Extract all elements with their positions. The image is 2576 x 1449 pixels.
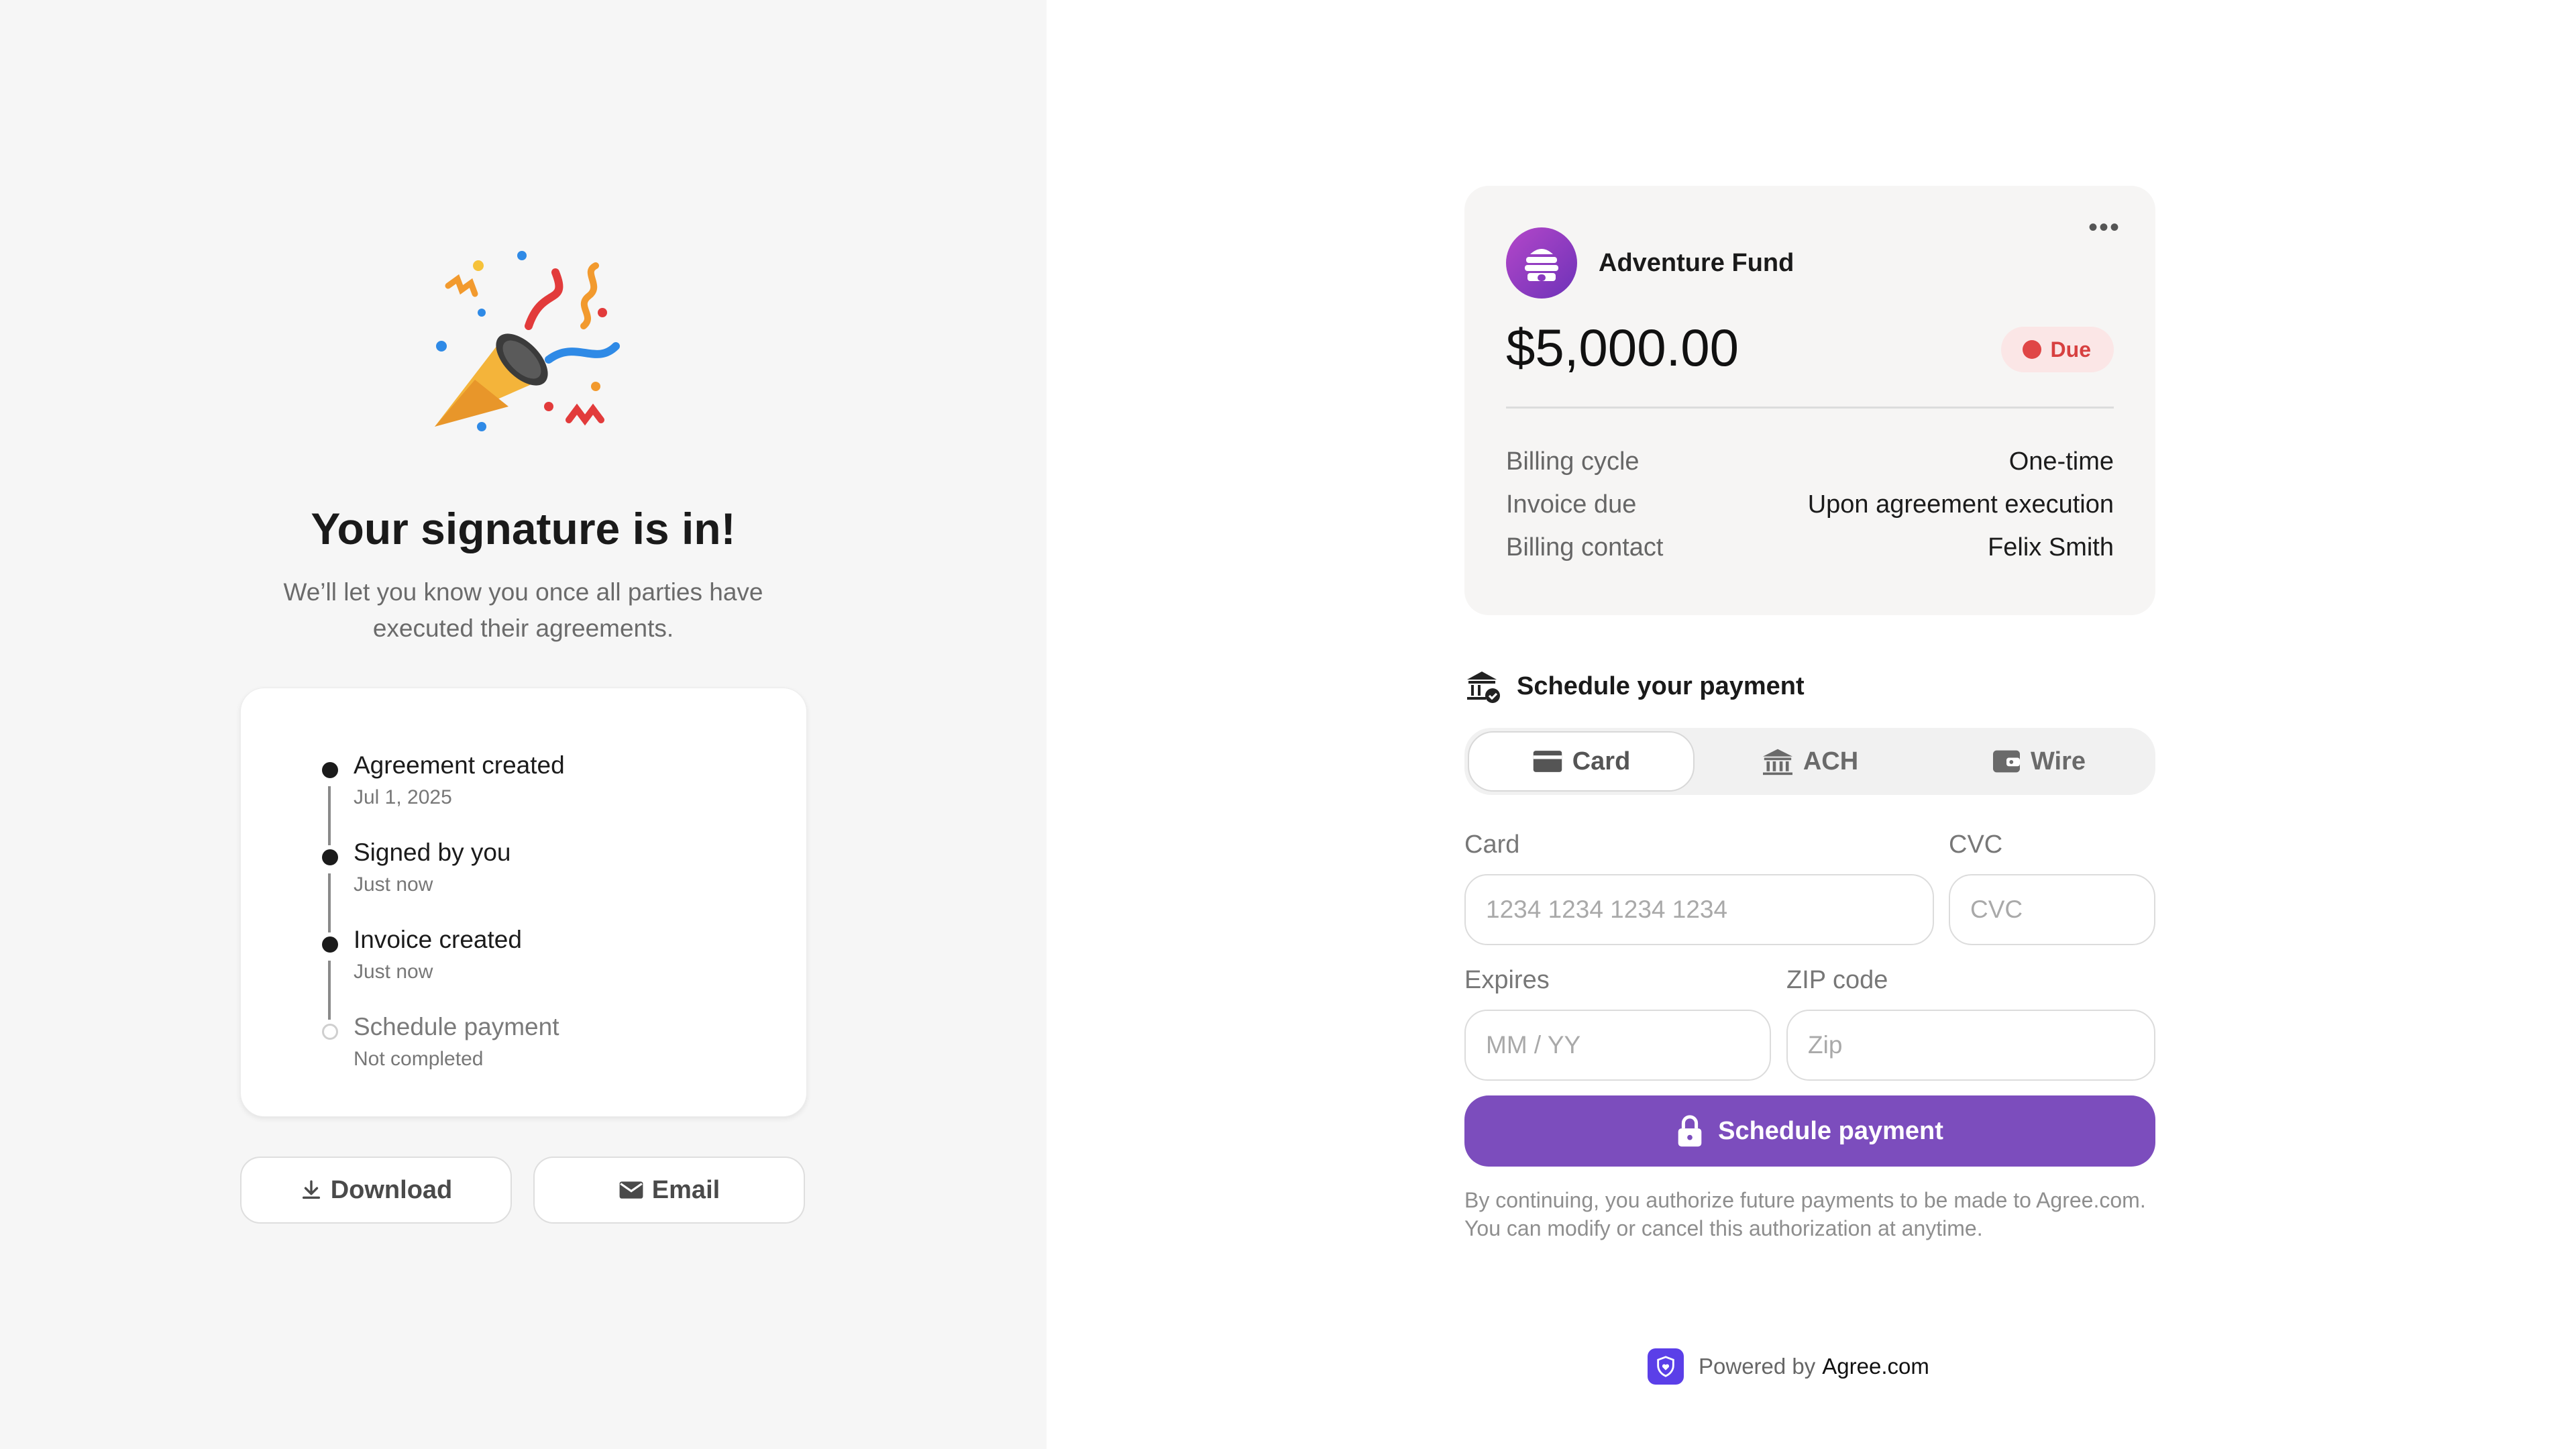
timeline-step-title: Signed by you <box>354 839 511 866</box>
timeline-connector <box>328 786 331 845</box>
detail-label: Billing cycle <box>1506 447 1640 476</box>
tab-wire-label: Wire <box>2030 747 2086 775</box>
email-label: Email <box>651 1175 720 1204</box>
payee-name: Adventure Fund <box>1599 249 1794 277</box>
timeline-step-title: Invoice created <box>354 926 522 953</box>
tab-card-label: Card <box>1572 747 1631 775</box>
payee-avatar <box>1506 227 1577 299</box>
invoice-amount: $5,000.00 <box>1506 318 1739 377</box>
timeline-dot-complete <box>322 936 338 953</box>
detail-value: One-time <box>2008 447 2114 476</box>
card-icon <box>1533 751 1562 772</box>
timeline-dot-complete <box>322 849 338 865</box>
cvc-input[interactable] <box>1949 874 2155 945</box>
authorization-disclaimer: By continuing, you authorize future paym… <box>1464 1188 2146 1240</box>
download-label: Download <box>330 1175 453 1204</box>
download-button[interactable]: Download <box>240 1157 512 1224</box>
invoice-card: ••• Adventure Fund $5,000.00 Due Billing… <box>1464 186 2155 615</box>
timeline-dot-pending <box>322 1024 338 1040</box>
schedule-heading-label: Schedule your payment <box>1517 672 1805 700</box>
tab-ach-label: ACH <box>1803 747 1859 775</box>
schedule-payment-label: Schedule payment <box>1718 1116 1943 1145</box>
confirmation-subtitle: We’ll let you know you once all parties … <box>283 578 763 642</box>
timeline-connector <box>328 873 331 932</box>
detail-value: Upon agreement execution <box>1807 490 2114 519</box>
tab-card[interactable]: Card <box>1468 731 1695 792</box>
bank-icon <box>1762 749 1792 775</box>
expires-label: Expires <box>1464 966 1550 994</box>
powered-by-footer: Powered by Agree.com <box>1648 1348 1929 1385</box>
timeline-dot-complete <box>322 762 338 778</box>
timeline-card: Agreement created Jul 1, 2025 Signed by … <box>240 688 807 1117</box>
card-number-label: Card <box>1464 830 1520 859</box>
timeline-step-subtitle: Just now <box>354 961 433 983</box>
confirmation-panel: Your signature is in! We’ll let you know… <box>0 0 1046 1449</box>
download-icon <box>302 1180 320 1199</box>
powered-by-brand-link[interactable]: Agree.com <box>1822 1354 1929 1379</box>
divider <box>1506 407 2114 409</box>
shield-heart-icon <box>1657 1356 1674 1377</box>
more-options-icon[interactable]: ••• <box>2088 214 2121 241</box>
status-badge: Due <box>2000 327 2114 372</box>
schedule-payment-button[interactable]: Schedule payment <box>1464 1095 2155 1167</box>
email-button[interactable]: Email <box>533 1157 805 1224</box>
status-dot <box>2022 340 2041 359</box>
schedule-payment-heading: Schedule your payment <box>1464 667 1805 705</box>
timeline-connector <box>328 961 331 1020</box>
detail-value: Felix Smith <box>1988 533 2114 561</box>
bank-shield-icon <box>1467 672 1500 703</box>
party-popper-icon <box>435 251 620 431</box>
beehive-icon <box>1525 249 1558 281</box>
expires-input[interactable] <box>1464 1010 1771 1081</box>
zip-label: ZIP code <box>1786 966 1888 994</box>
confirmation-title: Your signature is in! <box>311 504 736 553</box>
timeline-step-subtitle: Not completed <box>354 1048 484 1070</box>
agree-logo-icon <box>1648 1348 1684 1385</box>
detail-label: Billing contact <box>1506 533 1664 561</box>
zip-input[interactable] <box>1786 1010 2155 1081</box>
timeline-step-subtitle: Just now <box>354 873 433 896</box>
mail-icon <box>619 1181 643 1199</box>
timeline-step-subtitle: Jul 1, 2025 <box>354 786 452 808</box>
lock-icon <box>1678 1115 1702 1147</box>
tab-wire[interactable]: Wire <box>1925 731 2152 792</box>
timeline-step-title: Schedule payment <box>354 1013 559 1040</box>
payment-method-tabs: Card ACH Wire <box>1464 728 2155 795</box>
cvc-label: CVC <box>1949 830 2003 859</box>
wallet-icon <box>1992 750 2020 773</box>
detail-label: Invoice due <box>1506 490 1637 519</box>
timeline-step-title: Agreement created <box>354 751 565 779</box>
card-number-input[interactable] <box>1464 874 1934 945</box>
tab-ach[interactable]: ACH <box>1697 731 1923 792</box>
status-label: Due <box>2050 337 2091 362</box>
powered-by-prefix: Powered by <box>1699 1354 1816 1379</box>
